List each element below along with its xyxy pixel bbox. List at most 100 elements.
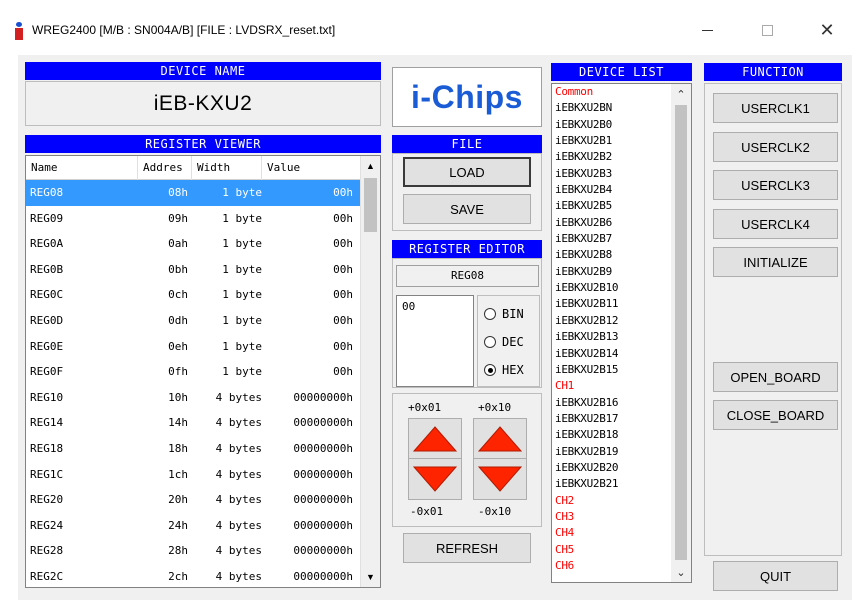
arrow-down-icon: [413, 466, 457, 492]
table-row[interactable]: REG09 09h 1 byte 00h: [26, 206, 361, 232]
radio-dec[interactable]: DEC: [484, 335, 524, 349]
table-row[interactable]: REG0B 0bh 1 byte 00h: [26, 257, 361, 283]
maximize-button[interactable]: [744, 14, 790, 46]
radio-hex-indicator[interactable]: [484, 364, 496, 376]
device-list-item[interactable]: iEBKXU2B7: [555, 231, 667, 247]
device-list-item[interactable]: iEBKXU2B0: [555, 117, 667, 133]
device-list-item[interactable]: iEBKXU2B10: [555, 280, 667, 296]
device-list-item[interactable]: iEBKXU2B8: [555, 247, 667, 263]
increment-small-button[interactable]: [408, 418, 462, 460]
table-row[interactable]: REG14 14h 4 bytes 00000000h: [26, 410, 361, 436]
table-row[interactable]: REG0F 0fh 1 byte 00h: [26, 359, 361, 385]
radio-hex[interactable]: HEX: [484, 363, 524, 377]
initialize-button[interactable]: INITIALIZE: [713, 247, 838, 277]
device-list-item[interactable]: iEBKXU2BN: [555, 100, 667, 116]
device-list[interactable]: Common iEBKXU2BN iEBKXU2B0 iEBKXU2B1 iEBKXU2…: [551, 83, 692, 583]
register-table-scrollbar[interactable]: ▲ ▼: [360, 156, 380, 587]
table-row[interactable]: REG20 20h 4 bytes 00000000h: [26, 487, 361, 513]
decrement-large-button[interactable]: [473, 458, 527, 500]
close-button[interactable]: ✕: [804, 14, 850, 46]
scroll-down-icon[interactable]: ▼: [361, 567, 380, 587]
device-group-item[interactable]: CH3: [555, 509, 667, 525]
load-button[interactable]: LOAD: [403, 157, 531, 187]
device-group-item[interactable]: CH6: [555, 558, 667, 574]
userclk4-button[interactable]: USERCLK4: [713, 209, 838, 239]
table-row[interactable]: REG0A 0ah 1 byte 00h: [26, 231, 361, 257]
quit-button[interactable]: QUIT: [713, 561, 838, 591]
table-row[interactable]: REG0C 0ch 1 byte 00h: [26, 282, 361, 308]
device-list-item[interactable]: iEBKXU2B4: [555, 182, 667, 198]
device-group-item[interactable]: Common: [555, 84, 667, 100]
scrollbar-thumb[interactable]: [364, 178, 377, 232]
column-header-value[interactable]: Value: [262, 156, 361, 180]
cell-value: 00000000h: [293, 467, 353, 481]
register-table[interactable]: Name Addres Width Value REG08 08h 1 byte 00…: [25, 155, 381, 588]
scroll-down-icon[interactable]: ⌄: [671, 562, 691, 582]
device-list-item[interactable]: iEBKXU2B13: [555, 329, 667, 345]
scroll-up-icon[interactable]: ⌃: [671, 84, 691, 104]
column-header-width[interactable]: Width: [192, 156, 262, 180]
device-list-item[interactable]: iEBKXU2B16: [555, 395, 667, 411]
device-list-item[interactable]: iEBKXU2B19: [555, 444, 667, 460]
cell-value: 00h: [333, 288, 353, 302]
device-list-item[interactable]: iEBKXU2B21: [555, 476, 667, 492]
scroll-up-icon[interactable]: ▲: [361, 156, 380, 176]
device-list-item[interactable]: iEBKXU2B2: [555, 149, 667, 165]
device-group-item[interactable]: CH2: [555, 493, 667, 509]
close-board-button[interactable]: CLOSE_BOARD: [713, 400, 838, 430]
device-list-item[interactable]: iEBKXU2B5: [555, 198, 667, 214]
cell-value: 00h: [333, 211, 353, 225]
device-list-item[interactable]: iEBKXU2B3: [555, 166, 667, 182]
table-row[interactable]: REG28 28h 4 bytes 00000000h: [26, 538, 361, 564]
table-row[interactable]: REG1C 1ch 4 bytes 00000000h: [26, 462, 361, 488]
userclk3-button[interactable]: USERCLK3: [713, 170, 838, 200]
table-row[interactable]: REG0E 0eh 1 byte 00h: [26, 334, 361, 360]
radio-bin-indicator[interactable]: [484, 308, 496, 320]
device-list-item[interactable]: iEBKXU2B15: [555, 362, 667, 378]
cell-value: 00000000h: [293, 390, 353, 404]
cell-name: REG0F: [30, 365, 64, 379]
minimize-button[interactable]: [684, 14, 730, 46]
save-button[interactable]: SAVE: [403, 194, 531, 224]
userclk2-button[interactable]: USERCLK2: [713, 132, 838, 162]
table-row[interactable]: REG18 18h 4 bytes 00000000h: [26, 436, 361, 462]
column-header-name[interactable]: Name: [26, 156, 138, 180]
device-list-item[interactable]: iEBKXU2B11: [555, 296, 667, 312]
device-group-item[interactable]: CH1: [555, 378, 667, 394]
userclk1-button[interactable]: USERCLK1: [713, 93, 838, 123]
device-list-item[interactable]: iEBKXU2B14: [555, 346, 667, 362]
open-board-button[interactable]: OPEN_BOARD: [713, 362, 838, 392]
cell-value: 00h: [333, 365, 353, 379]
table-row[interactable]: REG10 10h 4 bytes 00000000h: [26, 385, 361, 411]
device-list-item[interactable]: iEBKXU2B18: [555, 427, 667, 443]
device-list-item[interactable]: iEBKXU2B6: [555, 215, 667, 231]
device-group-item[interactable]: CH4: [555, 525, 667, 541]
table-row[interactable]: REG2C 2ch 4 bytes 00000000h: [26, 564, 361, 587]
cell-width: 1 byte: [222, 314, 262, 327]
device-list-item[interactable]: iEBKXU2B12: [555, 313, 667, 329]
radio-dec-indicator[interactable]: [484, 336, 496, 348]
device-list-item[interactable]: iEBKXU2B9: [555, 264, 667, 280]
device-list-item[interactable]: iEBKXU2B1: [555, 133, 667, 149]
cell-name: REG1C: [30, 467, 64, 481]
scrollbar-thumb[interactable]: [675, 105, 687, 560]
device-list-item[interactable]: iEBKXU2B17: [555, 411, 667, 427]
increment-large-button[interactable]: [473, 418, 527, 460]
device-group-item[interactable]: CH5: [555, 542, 667, 558]
column-header-address[interactable]: Addres: [138, 156, 192, 180]
cell-name: REG0E: [30, 339, 64, 353]
table-row[interactable]: REG08 08h 1 byte 00h: [26, 180, 361, 206]
cell-address: 0eh: [168, 339, 188, 353]
cell-name: REG10: [30, 390, 64, 404]
table-row[interactable]: REG24 24h 4 bytes 00000000h: [26, 513, 361, 539]
cell-address: 1ch: [168, 467, 188, 481]
decrement-small-button[interactable]: [408, 458, 462, 500]
device-list-item[interactable]: iEBKXU2B20: [555, 460, 667, 476]
radio-bin[interactable]: BIN: [484, 307, 524, 321]
file-header: FILE: [392, 135, 542, 153]
table-row[interactable]: REG0D 0dh 1 byte 00h: [26, 308, 361, 334]
refresh-button[interactable]: REFRESH: [403, 533, 531, 563]
register-value-input[interactable]: 00: [396, 295, 474, 387]
inc-large-label: +0x10: [478, 401, 512, 414]
device-list-scrollbar[interactable]: ⌃ ⌄: [671, 84, 691, 582]
